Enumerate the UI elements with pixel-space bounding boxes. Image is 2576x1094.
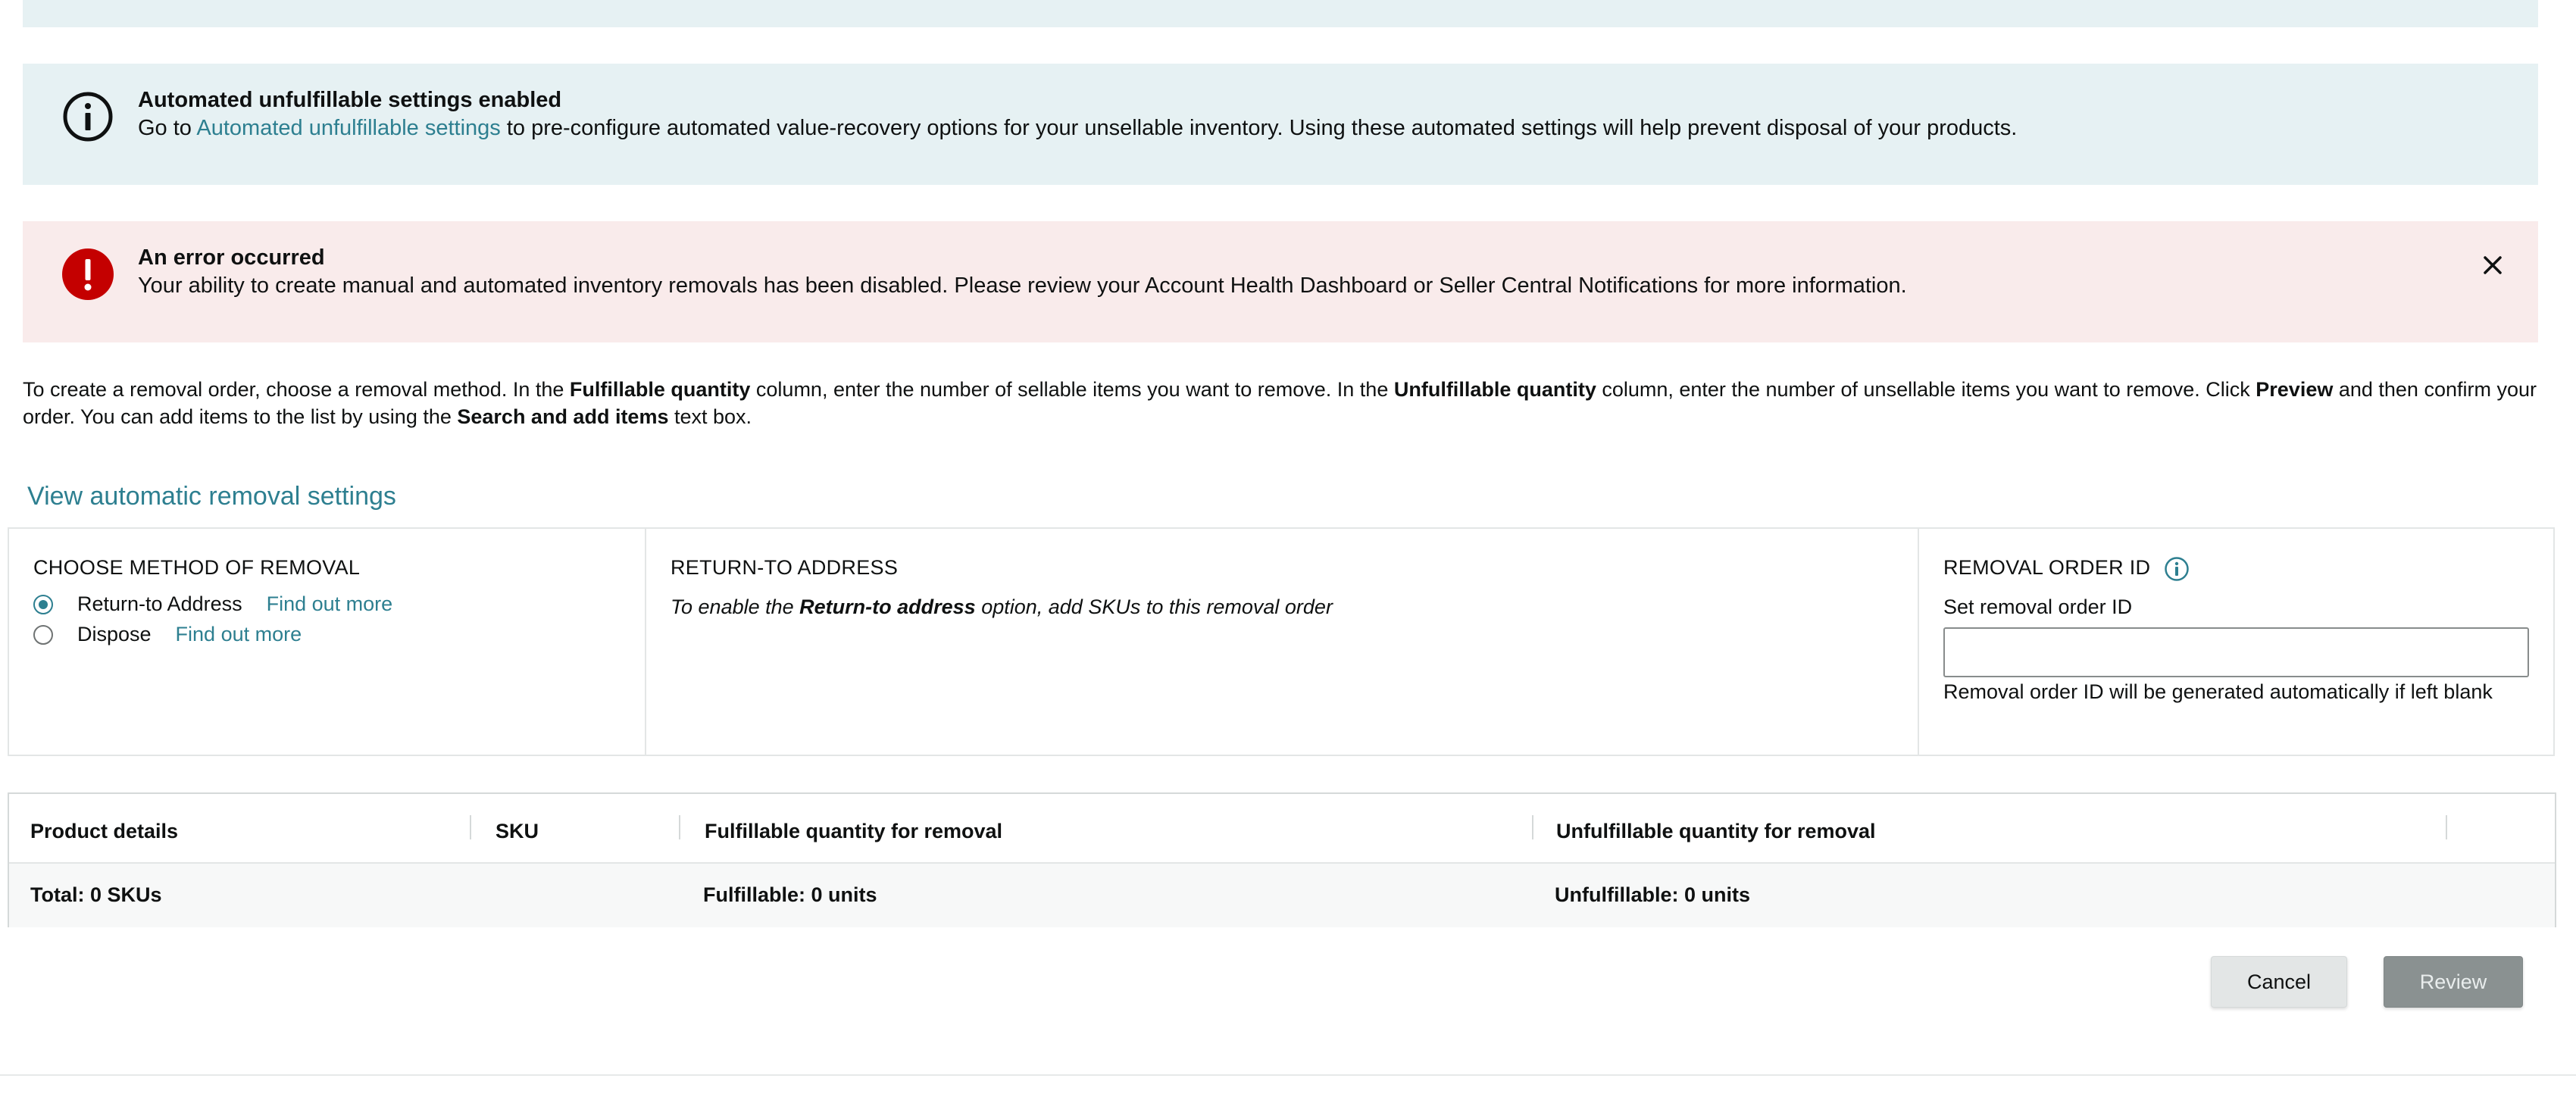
find-out-more-link[interactable]: Find out more (176, 623, 302, 646)
radio-return-to-address[interactable] (33, 594, 53, 614)
removal-order-id-title: REMOVAL ORDER ID (1943, 556, 2190, 582)
top-info-banner-edge (23, 0, 2538, 27)
error-alert: An error occurred Your ability to create… (23, 221, 2538, 342)
return-address-note: To enable the Return-to address option, … (671, 595, 1333, 619)
footer-divider (0, 1074, 2576, 1076)
header-sku[interactable]: SKU (496, 820, 539, 843)
error-alert-text: Your ability to create manual and automa… (138, 274, 1907, 298)
set-removal-order-id-label: Set removal order ID (1943, 595, 2133, 618)
removal-order-id-section: REMOVAL ORDER ID Set removal order ID Re… (1919, 529, 2553, 755)
radio-label: Dispose (77, 623, 152, 645)
info-alert: Automated unfulfillable settings enabled… (23, 64, 2538, 185)
exclamation-circle-icon (62, 248, 114, 300)
find-out-more-link[interactable]: Find out more (267, 592, 393, 616)
total-fulfillable: Fulfillable: 0 units (703, 883, 877, 906)
removal-options-panel: CHOOSE METHOD OF REMOVAL Return-to Addre… (8, 527, 2555, 756)
instructions-bold: Preview (2256, 378, 2334, 401)
note-text: option, add SKUs to this removal order (975, 595, 1333, 618)
review-button[interactable]: Review (2384, 956, 2523, 1008)
instructions-text: To create a removal order, choose a remo… (23, 378, 570, 401)
info-icon[interactable] (2164, 556, 2190, 582)
info-circle-icon (63, 92, 113, 142)
error-alert-title: An error occurred (138, 245, 325, 270)
instructions-text: column, enter the number of unsellable i… (1596, 378, 2256, 401)
instructions-text: text box. (668, 405, 752, 428)
info-alert-text-suffix: to pre-configure automated value-recover… (500, 116, 2018, 140)
method-of-removal-section: CHOOSE METHOD OF REMOVAL Return-to Addre… (9, 529, 646, 755)
info-alert-text-prefix: Go to (138, 116, 197, 140)
column-divider[interactable] (470, 815, 471, 839)
column-divider[interactable] (679, 815, 680, 839)
close-icon[interactable] (2478, 250, 2508, 280)
header-fulfillable-quantity[interactable]: Fulfillable quantity for removal (705, 820, 1002, 843)
removal-order-id-input[interactable] (1943, 627, 2529, 677)
radio-option-dispose[interactable]: Dispose Find out more (33, 623, 302, 646)
removal-items-table: Product details SKU Fulfillable quantity… (8, 792, 2556, 927)
removal-instructions: To create a removal order, choose a remo… (23, 376, 2538, 430)
return-to-address-section: RETURN-TO ADDRESS To enable the Return-t… (646, 529, 1919, 755)
note-text: To enable the (671, 595, 800, 618)
method-section-title: CHOOSE METHOD OF REMOVAL (33, 556, 361, 579)
total-skus: Total: 0 SKUs (30, 883, 162, 906)
table-totals-row: Total: 0 SKUs Fulfillable: 0 units Unful… (9, 864, 2555, 927)
column-divider[interactable] (1532, 815, 1533, 839)
radio-dispose[interactable] (33, 624, 53, 645)
view-automatic-removal-settings-link[interactable]: View automatic removal settings (27, 482, 396, 511)
instructions-bold: Unfulfillable quantity (1393, 378, 1596, 401)
column-divider[interactable] (2446, 815, 2447, 839)
total-unfulfillable: Unfulfillable: 0 units (1555, 883, 1751, 906)
instructions-bold: Fulfillable quantity (569, 378, 751, 401)
instructions-text: column, enter the number of sellable ite… (750, 378, 1394, 401)
removal-order-id-title-text: REMOVAL ORDER ID (1943, 556, 2151, 580)
removal-order-id-hint: Removal order ID will be generated autom… (1943, 680, 2493, 703)
instructions-bold: Search and add items (457, 405, 669, 428)
header-unfulfillable-quantity[interactable]: Unfulfillable quantity for removal (1556, 820, 1876, 843)
radio-label: Return-to Address (77, 592, 242, 615)
automated-unfulfillable-settings-link[interactable]: Automated unfulfillable settings (196, 116, 500, 140)
return-section-title: RETURN-TO ADDRESS (671, 556, 899, 579)
cancel-button[interactable]: Cancel (2211, 956, 2347, 1008)
note-bold: Return-to address (799, 595, 976, 618)
info-alert-title: Automated unfulfillable settings enabled (138, 88, 562, 112)
table-header: Product details SKU Fulfillable quantity… (9, 794, 2555, 864)
radio-option-return-to-address[interactable]: Return-to Address Find out more (33, 592, 392, 616)
header-product-details[interactable]: Product details (30, 820, 178, 843)
